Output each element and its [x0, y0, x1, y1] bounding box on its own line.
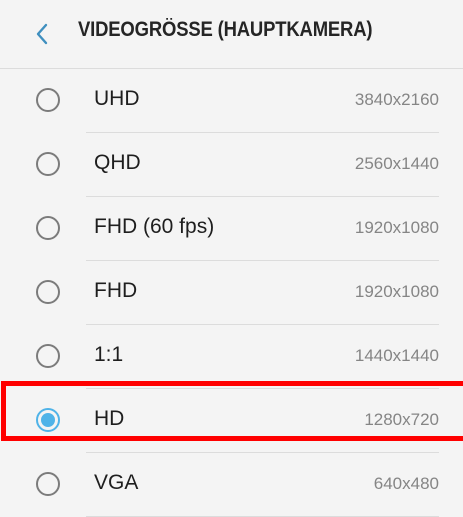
option-resolution: 3840x2160: [354, 90, 439, 109]
radio-button-selected[interactable]: [36, 408, 60, 432]
radio-button[interactable]: [36, 472, 60, 496]
option-1-1[interactable]: 1:1 1440x1440: [0, 325, 463, 389]
option-uhd[interactable]: UHD 3840x2160: [0, 69, 463, 133]
radio-button[interactable]: [36, 344, 60, 368]
option-label: FHD (60 fps): [94, 215, 215, 238]
option-fhd[interactable]: FHD 1920x1080: [0, 261, 463, 325]
page-title: VIDEOGRÖSSE (HAUPTKAMERA): [78, 18, 373, 41]
chevron-left-icon: [36, 23, 48, 45]
option-label: FHD: [94, 279, 138, 302]
option-resolution: 640x480: [373, 474, 439, 493]
option-label: 1:1: [94, 343, 124, 366]
video-size-list: UHD 3840x2160 QHD 2560x1440 FHD (60 fps)…: [0, 69, 463, 517]
option-resolution: 1920x1080: [354, 282, 439, 301]
option-resolution: 2560x1440: [354, 154, 439, 173]
radio-button[interactable]: [36, 152, 60, 176]
back-button[interactable]: [28, 20, 56, 48]
option-label: HD: [94, 407, 125, 430]
option-qhd[interactable]: QHD 2560x1440: [0, 133, 463, 197]
option-fhd-60fps[interactable]: FHD (60 fps) 1920x1080: [0, 197, 463, 261]
radio-button[interactable]: [36, 216, 60, 240]
app-header: VIDEOGRÖSSE (HAUPTKAMERA): [0, 0, 463, 68]
option-vga[interactable]: VGA 640x480: [0, 453, 463, 517]
option-label: UHD: [94, 87, 140, 110]
option-resolution: 1280x720: [364, 410, 439, 429]
radio-button[interactable]: [36, 88, 60, 112]
option-resolution: 1920x1080: [354, 218, 439, 237]
option-hd[interactable]: HD 1280x720: [0, 389, 463, 453]
option-resolution: 1440x1440: [354, 346, 439, 365]
option-label: QHD: [94, 151, 141, 174]
radio-button[interactable]: [36, 280, 60, 304]
option-label: VGA: [94, 471, 139, 494]
